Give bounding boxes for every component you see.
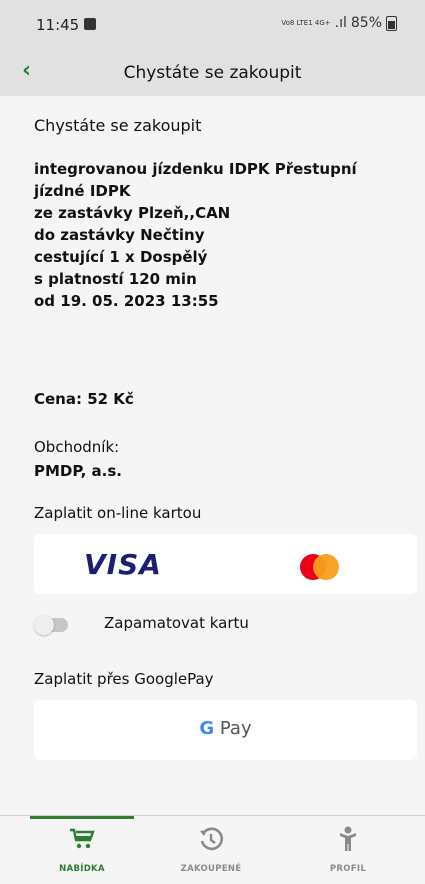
visa-logo: VISA [84, 548, 162, 581]
cart-icon [12, 826, 152, 852]
remember-card-label: Zapamatovat kartu [104, 614, 249, 632]
price: Cena: 52 Kč [34, 390, 134, 408]
googlepay-button[interactable]: G Pay [34, 700, 417, 760]
status-time: 11:45 [36, 16, 80, 34]
ticket-details: integrovanou jízdenku IDPK Přestupní jíz… [34, 158, 357, 312]
history-icon [141, 826, 281, 852]
bottom-navigation: NABÍDKA ZAKOUPENÉ PROFIL [0, 815, 425, 884]
remember-card-row[interactable]: Zapamatovat kartu [34, 612, 417, 642]
status-bar: 11:45 Vo8 LTE1 4G+ .ıl 85% [0, 0, 425, 50]
pay-card-label: Zaplatit on-line kartou [34, 504, 202, 522]
tab-label: ZAKOUPENÉ [180, 864, 242, 874]
ticket-detail-line: ze zastávky Plzeň,,CAN [34, 204, 231, 222]
ticket-detail-line: s platností 120 min [34, 270, 197, 288]
tab-nabidka[interactable]: NABÍDKA [12, 826, 152, 874]
signal-icon: .ıl [334, 15, 347, 31]
remember-card-toggle[interactable] [34, 615, 68, 635]
battery-level: 85% [350, 15, 382, 31]
battery-icon [386, 15, 397, 31]
googlepay-label: Zaplatit přes GooglePay [34, 670, 214, 688]
ticket-detail-line: od 19. 05. 2023 13:55 [34, 292, 219, 310]
gpay-g: G [199, 718, 215, 739]
ticket-detail-line: do zastávky Nečtiny [34, 226, 205, 244]
ticket-detail-line: cestující 1 x Dospělý [34, 248, 208, 266]
active-tab-indicator [30, 816, 134, 819]
mastercard-logo-icon [300, 554, 348, 582]
gpay-logo: G Pay [34, 718, 417, 739]
tab-label: PROFIL [329, 864, 367, 874]
ticket-detail-line: jízdné IDPK [34, 182, 131, 200]
person-icon [278, 826, 418, 852]
notification-icon [84, 18, 96, 30]
tab-zakoupene[interactable]: ZAKOUPENÉ [141, 826, 281, 874]
tab-profil[interactable]: PROFIL [278, 826, 418, 874]
tab-label: NABÍDKA [59, 864, 105, 874]
page-title: Chystáte se zakoupit [123, 63, 302, 83]
card-payment-button[interactable]: VISA [34, 534, 417, 594]
merchant-label: Obchodník: [34, 438, 120, 456]
intro-text: Chystáte se zakoupit [34, 116, 202, 135]
network-indicator: Vo8 LTE1 4G+ [281, 19, 331, 27]
merchant-name: PMDP, a.s. [34, 462, 122, 480]
app-bar: ‹ Chystáte se zakoupit [0, 50, 425, 96]
gpay-text: Pay [219, 718, 252, 739]
ticket-detail-line: integrovanou jízdenku IDPK Přestupní [34, 160, 357, 178]
status-indicators: Vo8 LTE1 4G+ .ıl 85% [281, 15, 397, 31]
